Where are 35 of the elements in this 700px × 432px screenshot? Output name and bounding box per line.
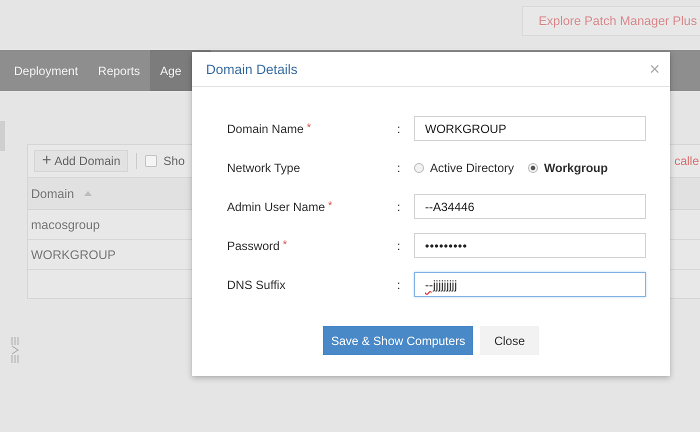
checkbox-label: Sho [163, 154, 185, 168]
field-label: Password [227, 238, 280, 252]
add-domain-button[interactable]: + Add Domain [34, 150, 128, 172]
checkbox[interactable] [145, 155, 158, 167]
radio-label: Workgroup [544, 160, 608, 174]
colon: : [397, 122, 400, 136]
required-mark: * [328, 200, 332, 212]
nav-tab[interactable]: Deployment [4, 50, 88, 91]
field-label: Admin User Name [227, 200, 326, 214]
close-button[interactable]: Close [480, 326, 539, 355]
column-header[interactable]: Domain [31, 186, 74, 200]
radio-button[interactable] [414, 162, 424, 172]
colon: : [397, 278, 400, 292]
field-label: Network Type [227, 160, 300, 174]
required-mark: * [282, 238, 287, 250]
plus-icon: + [42, 152, 52, 170]
explore-button[interactable]: Explore Patch Manager Plus [522, 6, 700, 36]
radio-label: Active Directory [430, 160, 514, 174]
radio-button[interactable] [528, 162, 538, 172]
table-cell: macosgroup [31, 218, 100, 232]
table-cell: WORKGROUP [31, 248, 116, 262]
colon: : [397, 200, 400, 214]
colon: : [397, 160, 400, 174]
field-label: Domain Name [227, 122, 304, 136]
nav-tab[interactable]: Reports [88, 50, 150, 91]
input-field[interactable]: --A34446 [414, 194, 646, 219]
colon: : [397, 238, 400, 252]
field-label: DNS Suffix [227, 278, 286, 292]
toolbar-link[interactable]: calle [674, 154, 699, 168]
collapse-handle-icon[interactable] [11, 337, 19, 363]
input-field[interactable]: WORKGROUP [414, 116, 646, 141]
input-field[interactable]: ••••••••• [414, 233, 646, 258]
save-button[interactable]: Save & Show Computers [323, 326, 474, 355]
required-mark: * [306, 122, 311, 134]
input-field[interactable]: --jjjjjjjjj [414, 272, 646, 297]
